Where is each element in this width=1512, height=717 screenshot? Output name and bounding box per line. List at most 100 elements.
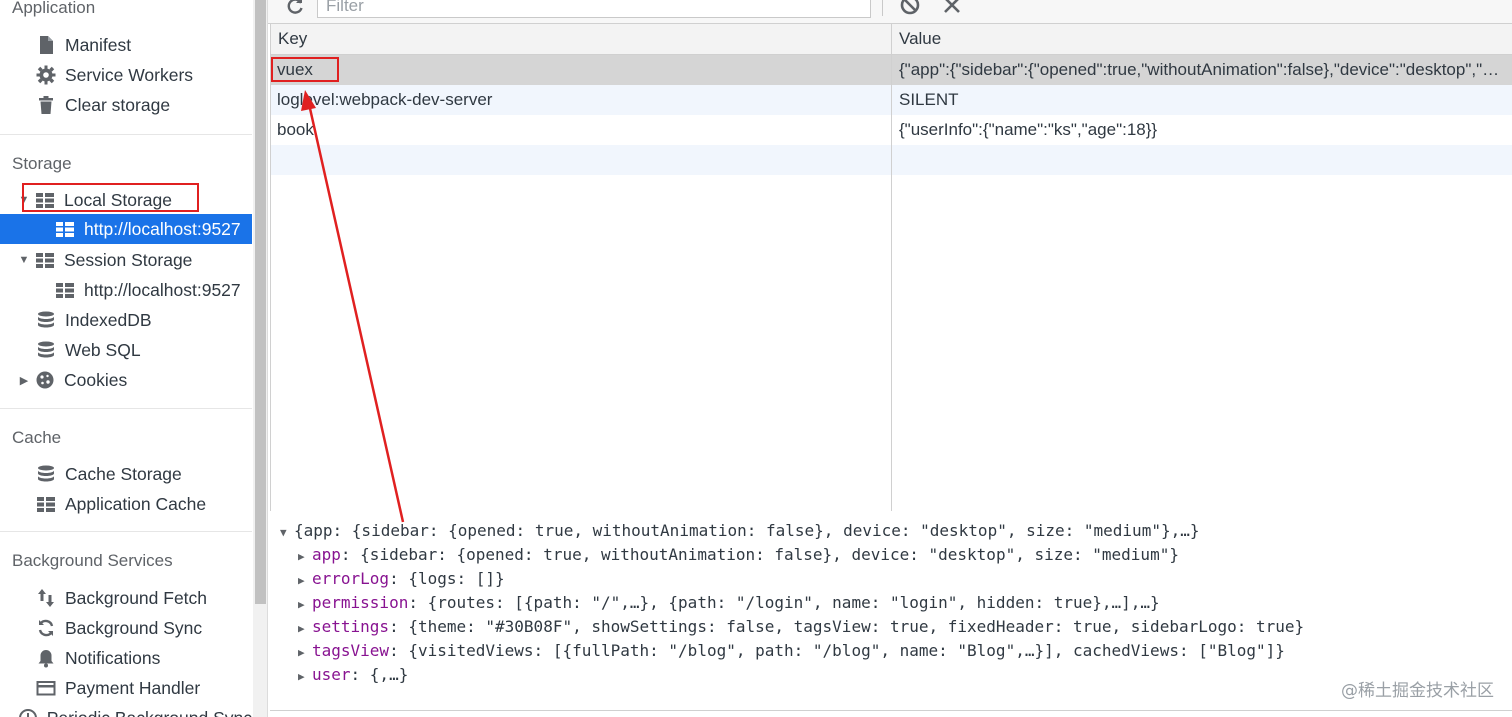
sidebar-item-application-cache[interactable]: Application Cache — [0, 489, 252, 519]
sidebar-item-label: Payment Handler — [65, 677, 201, 698]
sidebar-item-label: Cache Storage — [65, 463, 182, 484]
divider — [0, 134, 252, 135]
sidebar-item-label: Manifest — [65, 34, 132, 55]
cookie-icon — [35, 370, 55, 390]
clock-icon — [18, 708, 38, 717]
collapse-triangle-icon[interactable]: ▶ — [298, 569, 312, 593]
database-icon — [36, 340, 56, 360]
collapse-triangle-icon[interactable]: ▶ — [298, 545, 312, 569]
annotation-highlight-box — [271, 57, 339, 82]
refresh-icon[interactable] — [284, 0, 306, 16]
column-divider[interactable] — [891, 24, 892, 511]
sidebar-item-label: Cookies — [64, 369, 128, 390]
sidebar-item-clear-storage[interactable]: Clear storage — [0, 90, 252, 120]
sidebar-item-background-fetch[interactable]: Background Fetch — [0, 583, 252, 613]
preview-property[interactable]: ▶ user: {,…} — [298, 663, 408, 687]
trash-icon — [36, 95, 56, 115]
divider — [0, 531, 252, 532]
section-header-background-services: Background Services — [12, 551, 173, 570]
collapse-triangle-icon[interactable]: ▶ — [18, 374, 30, 387]
property-value: {sidebar: {opened: true, withoutAnimatio… — [360, 545, 1179, 564]
table-grid-icon — [55, 280, 75, 300]
section-header-storage: Storage — [12, 154, 72, 173]
sidebar-item-indexeddb[interactable]: IndexedDB — [0, 305, 252, 335]
property-key: app — [312, 545, 341, 564]
sidebar-item-label: Periodic Background Sync — [47, 708, 252, 717]
cell-key: loglevel:webpack-dev-server — [277, 90, 493, 109]
property-key: errorLog — [312, 569, 390, 588]
cell-value: {"app":{"sidebar":{"opened":true,"withou… — [899, 60, 1505, 79]
sidebar-item-label: Clear storage — [65, 94, 171, 115]
cell-value: {"userInfo":{"name":"ks","age":18}} — [899, 120, 1158, 139]
property-key: user — [312, 665, 351, 684]
table-grid-icon — [35, 250, 55, 270]
collapse-triangle-icon[interactable]: ▶ — [298, 593, 312, 617]
watermark: @稀土掘金技术社区 — [1341, 681, 1494, 701]
column-header-value[interactable]: Value — [899, 29, 941, 49]
column-header-key[interactable]: Key — [278, 29, 307, 49]
preview-bottom-border — [270, 710, 1512, 711]
sidebar-item-background-sync[interactable]: Background Sync — [0, 613, 252, 643]
sync-icon — [36, 618, 56, 638]
collapse-triangle-icon[interactable]: ▶ — [298, 665, 312, 689]
sidebar-item-payment-handler[interactable]: Payment Handler — [0, 673, 252, 703]
preview-root-value: {app: {sidebar: {opened: true, withoutAn… — [294, 521, 1200, 540]
sidebar-item-periodic-background-sync[interactable]: Periodic Background Sync — [0, 703, 252, 717]
sidebar-scrollbar[interactable] — [253, 0, 268, 717]
cell-key: book — [277, 120, 314, 139]
preview-property[interactable]: ▶ app: {sidebar: {opened: true, withoutAn… — [298, 543, 1179, 567]
sidebar-item-notifications[interactable]: Notifications — [0, 643, 252, 673]
sidebar-item-service-workers[interactable]: Service Workers — [0, 60, 252, 90]
sidebar-item-label: Web SQL — [65, 339, 141, 360]
sidebar-item-label: Background Fetch — [65, 587, 208, 608]
property-value: {visitedViews: [{fullPath: "/blog", path… — [408, 641, 1285, 660]
expand-triangle-icon[interactable]: ▼ — [18, 254, 30, 266]
property-key: settings — [312, 617, 390, 636]
section-header-application: Application — [12, 0, 96, 17]
sidebar-item-session-storage[interactable]: ▼ Session Storage — [0, 245, 252, 275]
preview-property[interactable]: ▶ errorLog: {logs: []} — [298, 567, 505, 591]
collapse-triangle-icon[interactable]: ▶ — [298, 641, 312, 665]
cell-value: SILENT — [899, 90, 959, 109]
storage-panel: Filter Key Value vuex {"app":{"sidebar":… — [268, 0, 1512, 717]
document-icon — [36, 35, 56, 55]
sidebar-item-label: http://localhost:9527 — [84, 279, 241, 300]
property-value: {theme: "#30B08F", showSettings: false, … — [408, 617, 1305, 636]
sidebar-item-label: Notifications — [65, 647, 161, 668]
devtools-sidebar: Application Manifest Service Workers Cle… — [0, 0, 252, 717]
divider — [0, 408, 252, 409]
sidebar-item-manifest[interactable]: Manifest — [0, 30, 252, 60]
value-preview-pane: ▼ {app: {sidebar: {opened: true, withoutA… — [270, 512, 1512, 717]
preview-root-line[interactable]: ▼ {app: {sidebar: {opened: true, withoutA… — [280, 519, 1199, 543]
sidebar-item-session-origin[interactable]: http://localhost:9527 — [0, 275, 252, 305]
up-down-arrows-icon — [36, 588, 56, 608]
clear-all-icon[interactable] — [899, 0, 921, 16]
database-icon — [36, 464, 56, 484]
collapse-triangle-icon[interactable]: ▶ — [298, 617, 312, 641]
sidebar-item-local-origin[interactable]: http://localhost:9527 — [0, 214, 252, 244]
sidebar-item-label: Background Sync — [65, 617, 203, 638]
credit-card-icon — [36, 678, 56, 698]
sidebar-item-label: Application Cache — [65, 493, 207, 514]
scrollbar-thumb[interactable] — [255, 0, 266, 604]
preview-property[interactable]: ▶ permission: {routes: [{path: "/",…}, {p… — [298, 591, 1160, 615]
database-icon — [36, 310, 56, 330]
property-value: {,…} — [369, 665, 409, 684]
sidebar-item-cookies[interactable]: ▶ Cookies — [0, 365, 252, 395]
table-grid-icon — [36, 494, 56, 514]
delete-selected-icon[interactable] — [941, 0, 963, 16]
sidebar-item-label: Service Workers — [65, 64, 194, 85]
expand-triangle-icon[interactable]: ▼ — [280, 521, 294, 545]
filter-input[interactable]: Filter — [317, 0, 871, 18]
preview-property[interactable]: ▶ settings: {theme: "#30B08F", showSettin… — [298, 615, 1304, 639]
sidebar-item-label: http://localhost:9527 — [84, 218, 241, 239]
bell-icon — [36, 648, 56, 668]
property-key: permission — [312, 593, 409, 612]
sidebar-item-cache-storage[interactable]: Cache Storage — [0, 459, 252, 489]
toolbar: Filter — [268, 0, 1512, 24]
sidebar-item-websql[interactable]: Web SQL — [0, 335, 252, 365]
preview-property[interactable]: ▶ tagsView: {visitedViews: [{fullPath: "/… — [298, 639, 1285, 663]
storage-table: Key Value vuex {"app":{"sidebar":{"opene… — [270, 24, 1512, 511]
sidebar-item-label: IndexedDB — [65, 309, 152, 330]
property-value: {logs: []} — [408, 569, 505, 588]
